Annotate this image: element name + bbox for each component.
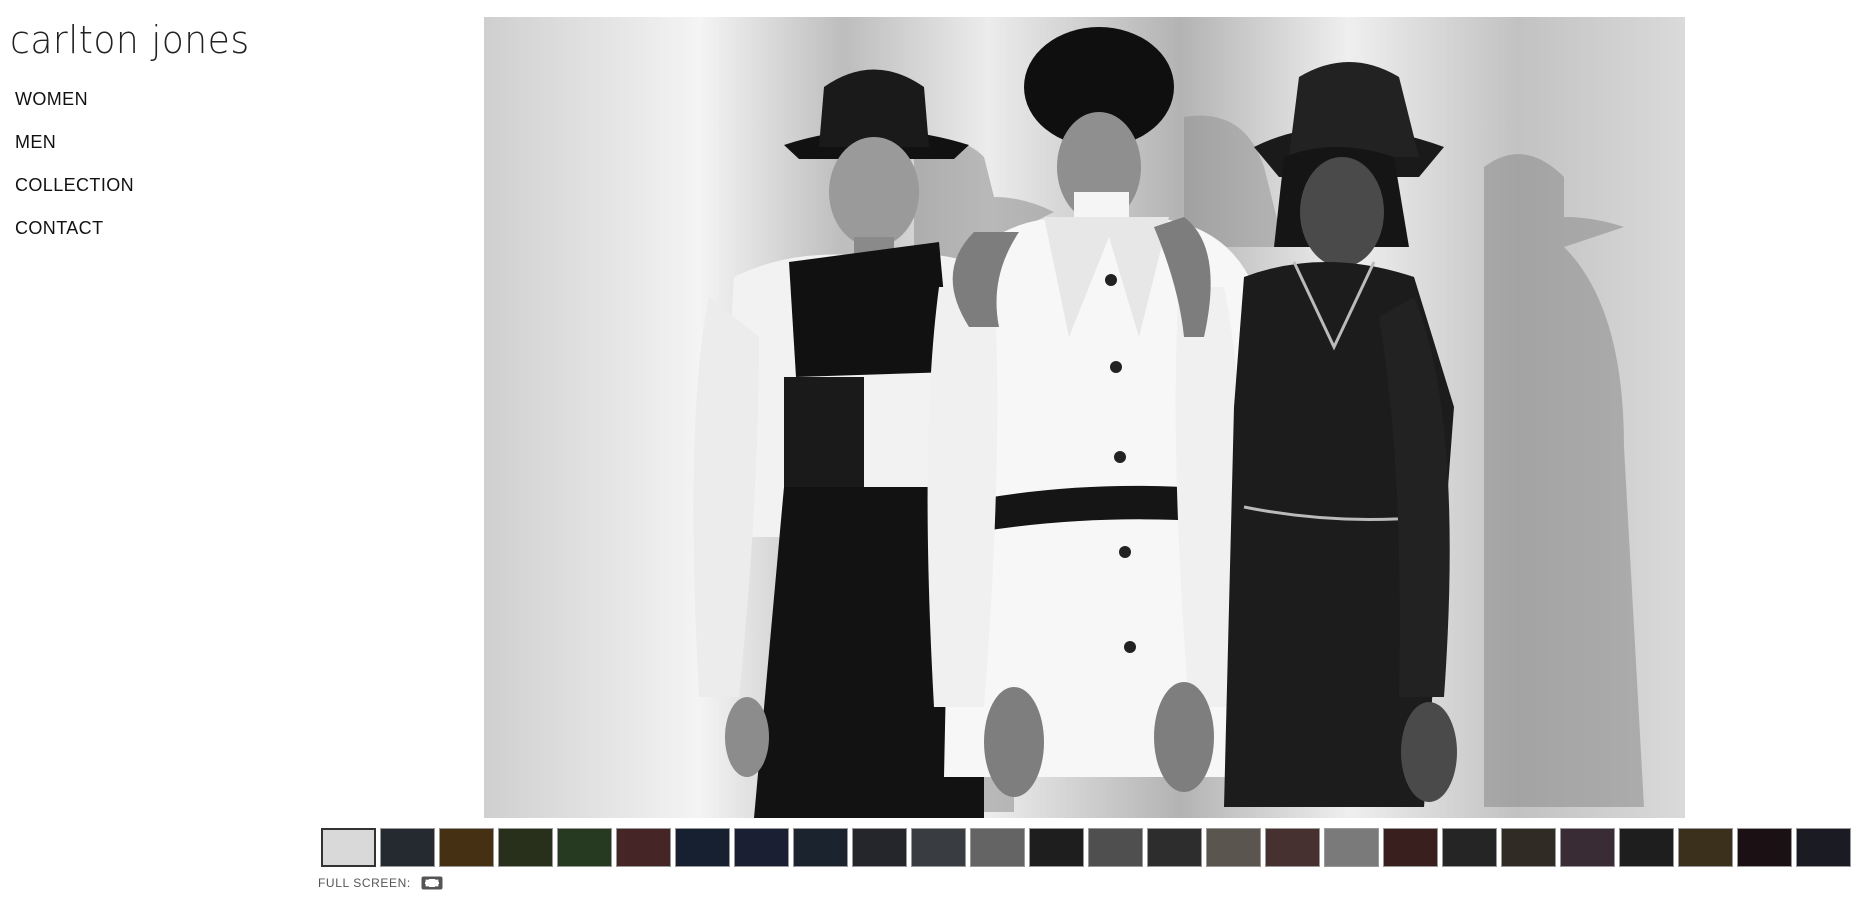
thumbnail-dim-overlay [794,829,847,866]
thumbnail-dim-overlay [1089,829,1142,866]
gallery-thumbnail[interactable] [1206,828,1261,867]
hero-photo[interactable] [484,17,1685,818]
gallery-thumbnail[interactable] [734,828,789,867]
main-nav: WOMEN MEN COLLECTION CONTACT [15,78,134,250]
fullscreen-icon [421,876,443,890]
gallery-thumbnail[interactable] [439,828,494,867]
gallery-thumbnail[interactable] [557,828,612,867]
gallery-thumbnail[interactable] [1324,828,1379,867]
thumbnail-dim-overlay [1443,829,1496,866]
gallery-thumbnail[interactable] [1737,828,1792,867]
thumbnail-dim-overlay [853,829,906,866]
gallery-thumbnail[interactable] [1619,828,1674,867]
fullscreen-button[interactable] [421,876,443,890]
thumbnail-dim-overlay [735,829,788,866]
thumbnail-dim-overlay [1207,829,1260,866]
thumbnail-dim-overlay [1620,829,1673,866]
gallery-thumbnail[interactable] [1088,828,1143,867]
thumbnail-dim-overlay [1148,829,1201,866]
gallery-thumbnail[interactable] [793,828,848,867]
gallery-thumbnail[interactable] [1560,828,1615,867]
thumbnail-dim-overlay [1502,829,1555,866]
gallery-thumbnail[interactable] [675,828,730,867]
gallery-thumbnail[interactable] [1029,828,1084,867]
gallery-thumbnail[interactable] [321,828,376,867]
thumbnail-dim-overlay [1384,829,1437,866]
gallery-thumbnail[interactable] [1678,828,1733,867]
thumbnail-dim-overlay [1738,829,1791,866]
thumbnail-dim-overlay [676,829,729,866]
thumbnail-dim-overlay [558,829,611,866]
nav-item-contact[interactable]: CONTACT [15,207,134,250]
gallery-thumbnail[interactable] [1442,828,1497,867]
gallery-thumbnail[interactable] [1501,828,1556,867]
nav-item-collection[interactable]: COLLECTION [15,164,134,207]
gallery-thumbnail[interactable] [911,828,966,867]
gallery-thumbnail[interactable] [498,828,553,867]
gallery-thumbnail[interactable] [1147,828,1202,867]
nav-item-women[interactable]: WOMEN [15,78,134,121]
thumbnail-dim-overlay [1030,829,1083,866]
hero-photo-illustration [484,17,1685,818]
thumbnail-dim-overlay [499,829,552,866]
site-logo[interactable]: carlton jones [10,18,250,62]
thumbnail-dim-overlay [1325,829,1378,866]
thumbnail-dim-overlay [971,829,1024,866]
gallery-thumbnail[interactable] [852,828,907,867]
gallery-thumbnail[interactable] [1383,828,1438,867]
thumbnail-dim-overlay [1266,829,1319,866]
gallery-thumbnail[interactable] [380,828,435,867]
thumbnail-dim-overlay [440,829,493,866]
gallery-thumbnail[interactable] [1265,828,1320,867]
nav-item-men[interactable]: MEN [15,121,134,164]
thumbnail-dim-overlay [1797,829,1850,866]
thumbnail-dim-overlay [912,829,965,866]
thumbnail-dim-overlay [617,829,670,866]
thumbnail-dim-overlay [381,829,434,866]
fullscreen-label: FULL SCREEN: [318,876,411,890]
gallery-thumbnail[interactable] [1796,828,1851,867]
fullscreen-control: FULL SCREEN: [318,876,443,890]
gallery-thumbnail[interactable] [970,828,1025,867]
thumbnail-dim-overlay [1679,829,1732,866]
gallery-thumbnail[interactable] [616,828,671,867]
thumbnail-strip [321,828,1854,870]
thumbnail-dim-overlay [1561,829,1614,866]
